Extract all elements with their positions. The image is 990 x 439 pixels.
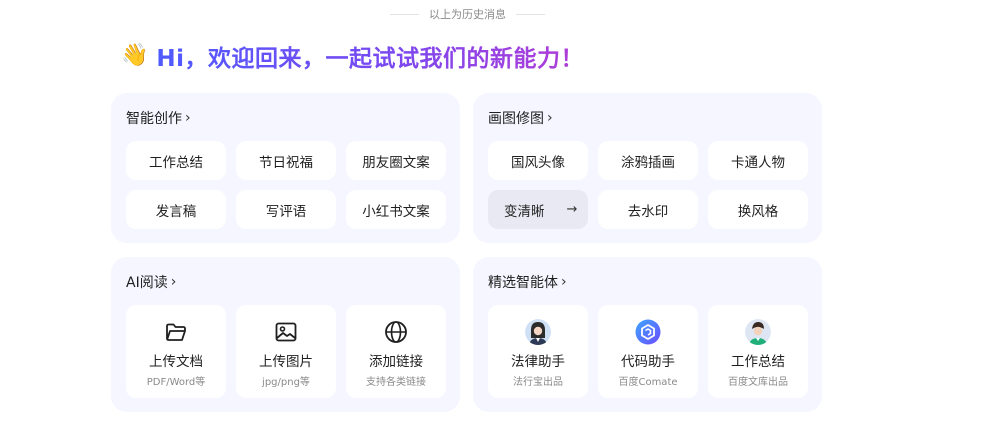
tile-label: 工作总结 [731,354,785,370]
image-icon [273,319,299,345]
card-reading-title-text: AI阅读 [126,275,168,291]
card-writing-title-text: 智能创作 [126,111,182,127]
card-writing: 智能创作 › 工作总结 节日祝福 朋友圈文案 发言稿 写评语 小红书文案 [111,93,460,243]
card-image-title-text: 画图修图 [488,111,544,127]
greeting-text: Hi，欢迎回来，一起试试我们的新能力！ [156,39,584,73]
tile-add-link[interactable]: 添加链接 支持各类链接 [346,305,446,398]
tile-upload-document[interactable]: 上传文档 PDF/Word等 [126,305,226,398]
chip-comment[interactable]: 写评语 [236,190,336,229]
card-image-title[interactable]: 画图修图 › [488,108,553,128]
arrow-right-icon: → [566,202,578,217]
chip-enhance[interactable]: 变清晰 → [488,190,588,229]
chip-guofeng-avatar[interactable]: 国风头像 [488,141,588,180]
card-writing-title[interactable]: 智能创作 › [126,108,191,128]
chip-doodle[interactable]: 涂鸦插画 [598,141,698,180]
comate-logo-icon [635,319,661,345]
card-agents-title-text: 精选智能体 [488,275,558,291]
chip-moments-copy[interactable]: 朋友圈文案 [346,141,446,180]
chevron-right-icon: › [561,274,567,290]
card-agents-title[interactable]: 精选智能体 › [488,272,567,292]
chip-xiaohongshu-copy[interactable]: 小红书文案 [346,190,446,229]
tile-label: 上传图片 [259,354,313,370]
greeting: 👋 Hi，欢迎回来，一起试试我们的新能力！ [121,39,584,73]
tile-sub: 支持各类链接 [366,377,426,388]
tile-sub: 法行宝出品 [513,377,563,388]
lawyer-avatar-icon [525,319,551,345]
tile-label: 添加链接 [369,354,423,370]
tile-agent-legal[interactable]: 法律助手 法行宝出品 [488,305,588,398]
card-agents: 精选智能体 › 法律助手 法行宝出品 代码助手 百度Comate 工作总结 百度… [473,257,822,412]
chevron-right-icon: › [170,274,177,290]
tile-sub: jpg/png等 [262,377,310,388]
card-reading: AI阅读 › 上传文档 PDF/Word等 上传图片 jpg/png等 添加链接… [111,257,460,412]
tile-label: 上传文档 [149,354,203,370]
chip-remove-watermark[interactable]: 去水印 [598,190,698,229]
history-divider: 以上为历史消息 [390,6,545,22]
history-label: 以上为历史消息 [429,8,506,21]
chip-cartoon[interactable]: 卡通人物 [708,141,808,180]
divider-line-left [390,13,419,15]
divider-line-right [516,13,545,15]
tile-upload-image[interactable]: 上传图片 jpg/png等 [236,305,336,398]
globe-icon [383,319,409,345]
tile-label: 法律助手 [511,354,565,370]
tile-sub: 百度文库出品 [728,377,788,388]
tile-sub: 百度Comate [618,377,678,388]
worker-avatar-icon [745,319,771,345]
wave-hand-icon: 👋 [121,43,149,68]
chip-enhance-label: 变清晰 [504,203,545,220]
chip-speech[interactable]: 发言稿 [126,190,226,229]
folder-icon [163,319,189,345]
tile-sub: PDF/Word等 [146,377,206,388]
tile-label: 代码助手 [621,354,675,370]
chevron-right-icon: › [185,110,191,126]
chip-work-summary[interactable]: 工作总结 [126,141,226,180]
chip-change-style[interactable]: 换风格 [708,190,808,229]
tile-agent-work-summary[interactable]: 工作总结 百度文库出品 [708,305,808,398]
card-image: 画图修图 › 国风头像 涂鸦插画 卡通人物 变清晰 → 去水印 换风格 [473,93,822,243]
card-reading-title[interactable]: AI阅读 › [126,272,176,292]
chevron-right-icon: › [547,110,553,126]
chip-holiday-wishes[interactable]: 节日祝福 [236,141,336,180]
tile-agent-code[interactable]: 代码助手 百度Comate [598,305,698,398]
